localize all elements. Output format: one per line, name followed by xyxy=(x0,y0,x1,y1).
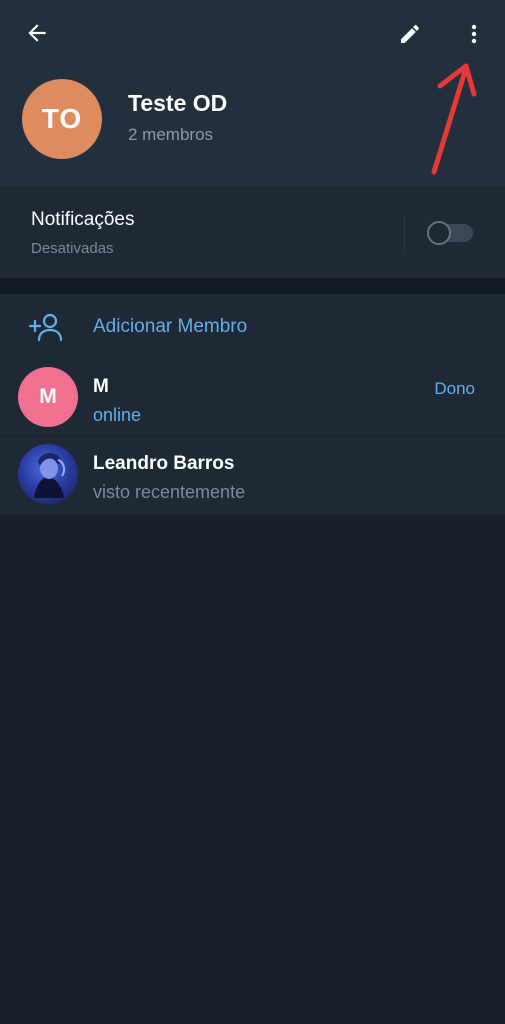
member-name: M xyxy=(93,376,109,397)
notifications-row[interactable]: Notificações Desativadas xyxy=(0,186,505,278)
arrow-left-icon xyxy=(28,24,46,42)
notifications-toggle[interactable] xyxy=(427,221,473,245)
section-divider xyxy=(0,278,505,294)
member-row[interactable]: Leandro Barros visto recentemente xyxy=(0,436,505,512)
add-member-label: Adicionar Membro xyxy=(93,316,248,337)
add-member-button[interactable]: Adicionar Membro xyxy=(0,294,505,360)
members-section: Adicionar Membro M M online Dono Leandro… xyxy=(0,294,505,514)
member-status: visto recentemente xyxy=(93,482,246,502)
member-status: online xyxy=(93,405,142,425)
member-role-badge: Dono xyxy=(434,379,475,398)
toggle-knob xyxy=(427,221,451,245)
group-title: Teste OD xyxy=(128,90,228,116)
profile-photo-icon xyxy=(34,453,66,498)
avatar: M xyxy=(18,367,78,427)
group-info-screen: TO Teste OD 2 membros Notificações Desat… xyxy=(0,0,505,1024)
notifications-title: Notificações xyxy=(31,209,135,230)
back-button[interactable] xyxy=(15,11,59,55)
add-user-icon xyxy=(28,313,63,342)
member-row[interactable]: M M online Dono xyxy=(0,360,505,436)
group-header: TO Teste OD 2 membros xyxy=(0,0,505,186)
member-name: Leandro Barros xyxy=(93,453,235,474)
avatar xyxy=(18,444,78,504)
group-member-count: 2 membros xyxy=(128,125,214,144)
group-avatar[interactable]: TO xyxy=(22,79,102,159)
edit-button[interactable] xyxy=(388,12,432,56)
more-vertical-icon xyxy=(471,24,477,44)
more-options-button[interactable] xyxy=(452,12,496,56)
annotation-arrow-icon xyxy=(431,63,477,175)
pencil-icon xyxy=(401,24,419,43)
divider xyxy=(404,216,405,250)
notifications-status: Desativadas xyxy=(31,240,114,257)
